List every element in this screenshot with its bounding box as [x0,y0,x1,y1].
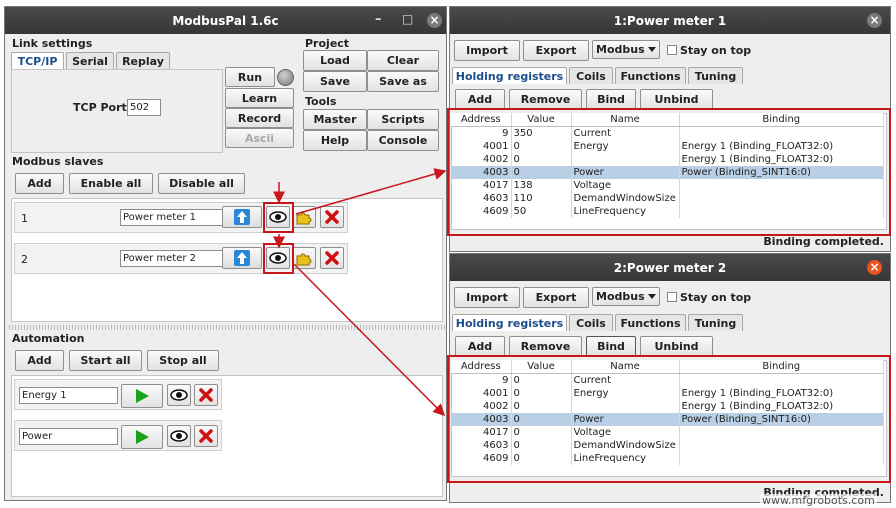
watermark: www.mfgrobots.com [760,494,877,507]
annotation-arrow [295,168,447,215]
annotation-arrows [273,168,447,417]
annotation-arrow [293,263,446,417]
